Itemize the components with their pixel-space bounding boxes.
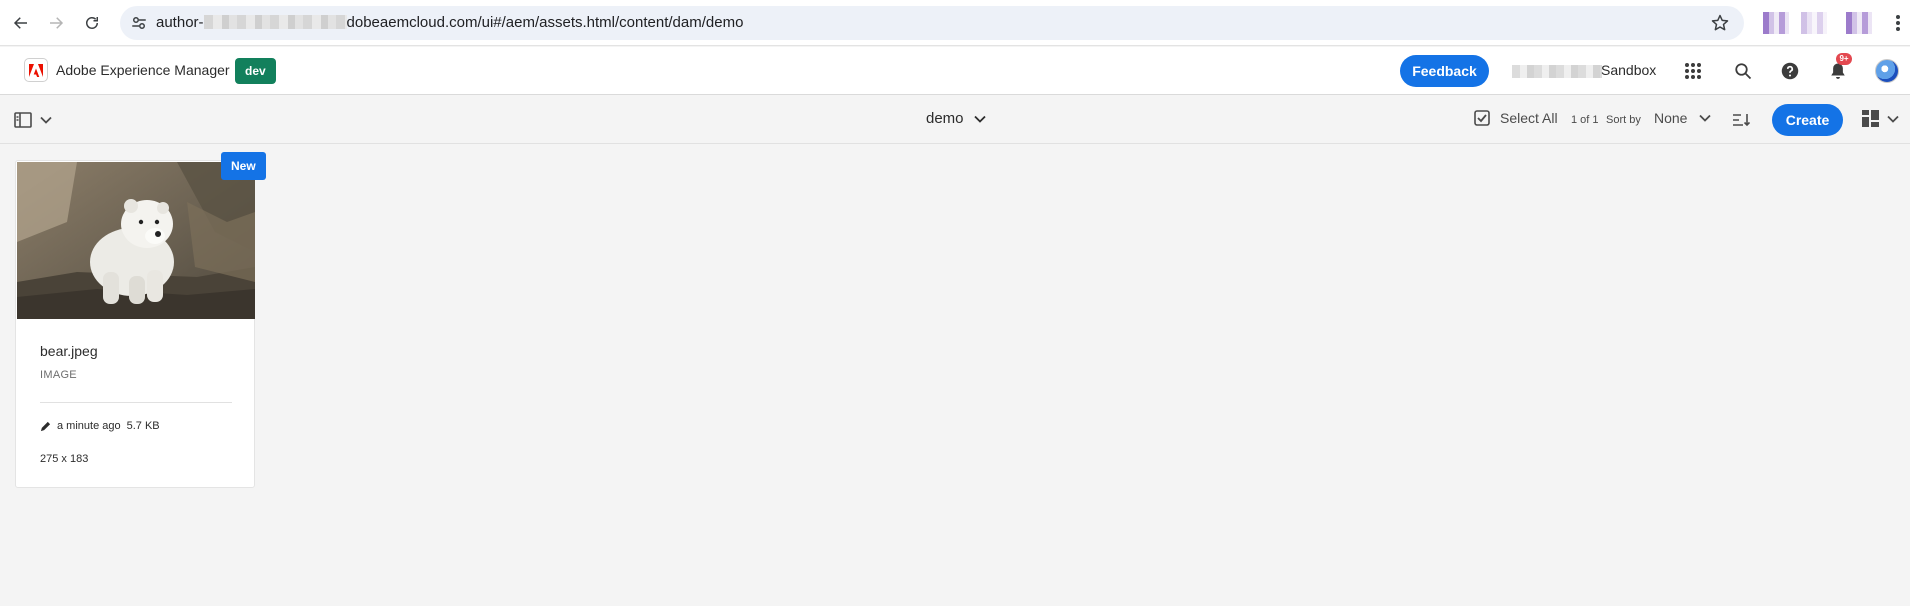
app-header: Adobe Experience Manager dev Feedback Sa…	[0, 47, 1910, 95]
asset-dimensions: 275 x 183	[40, 453, 89, 465]
sort-by-label: Sort by	[1606, 114, 1641, 126]
grid-icon	[1685, 63, 1701, 79]
extension-icon[interactable]	[1763, 12, 1789, 34]
sort-value: None	[1654, 110, 1688, 126]
asset-modified: a minute ago	[57, 420, 121, 432]
rail-toggle-button[interactable]	[14, 110, 58, 130]
url-prefix: author-	[156, 14, 204, 31]
checkbox-icon	[1474, 110, 1490, 126]
sort-order-icon	[1733, 114, 1750, 127]
item-count: 1 of 1	[1571, 114, 1599, 126]
pencil-icon	[40, 421, 51, 431]
address-bar[interactable]: author-dobeaemcloud.com/ui#/aem/assets.h…	[120, 6, 1744, 40]
help-icon	[1781, 62, 1799, 80]
asset-thumbnail[interactable]	[17, 162, 255, 319]
select-all-label: Select All	[1500, 110, 1558, 126]
profile-icon[interactable]	[1846, 12, 1872, 34]
help-button[interactable]	[1778, 59, 1802, 83]
asset-meta: a minute ago 5.7 KB	[40, 420, 160, 432]
browser-menu-button[interactable]	[1892, 12, 1904, 34]
browser-toolbar: author-dobeaemcloud.com/ui#/aem/assets.h…	[0, 0, 1910, 46]
url-text: author-dobeaemcloud.com/ui#/aem/assets.h…	[156, 14, 743, 31]
view-switcher[interactable]	[1862, 110, 1899, 127]
tune-icon[interactable]	[130, 14, 148, 32]
card-view-icon	[1862, 110, 1879, 127]
redacted-url-segment	[203, 15, 347, 29]
environment-badge: dev	[235, 58, 276, 84]
asset-type: IMAGE	[40, 369, 77, 381]
asset-size: 5.7 KB	[126, 420, 160, 432]
chevron-down-icon	[40, 116, 52, 124]
arrow-right-icon	[50, 17, 64, 29]
asset-card[interactable]: bear.jpeg IMAGE a minute ago 5.7 KB 275 …	[15, 160, 255, 488]
select-all-button[interactable]: Select All	[1474, 110, 1558, 126]
action-bar: demo Select All 1 of 1 Sort by None Crea…	[0, 96, 1910, 144]
chevron-down-icon	[1887, 115, 1899, 123]
adobe-logo-icon[interactable]	[24, 58, 48, 82]
star-icon[interactable]	[1710, 13, 1730, 33]
notification-count-badge: 9+	[1836, 53, 1852, 65]
user-avatar[interactable]	[1875, 59, 1899, 83]
chevron-down-icon	[973, 115, 986, 123]
extension-icon[interactable]	[1801, 12, 1827, 34]
org-switcher[interactable]: Sandbox	[1601, 62, 1656, 78]
chevron-down-icon	[1699, 114, 1712, 122]
rail-toggle-icon	[14, 112, 32, 128]
search-button[interactable]	[1731, 59, 1755, 83]
create-button[interactable]: Create	[1772, 104, 1843, 136]
card-divider	[40, 402, 232, 403]
back-button[interactable]	[9, 11, 33, 35]
apps-grid-button[interactable]	[1681, 59, 1705, 83]
app-name[interactable]: Adobe Experience Manager	[56, 62, 230, 78]
redacted-org-prefix	[1512, 65, 1602, 78]
reload-icon	[86, 17, 98, 29]
folder-title: demo	[926, 110, 964, 127]
url-rest: dobeaemcloud.com/ui#/aem/assets.html/con…	[346, 14, 744, 31]
feedback-button[interactable]: Feedback	[1400, 55, 1489, 87]
forward-button[interactable]	[44, 11, 68, 35]
reload-button[interactable]	[80, 11, 104, 35]
asset-title: bear.jpeg	[40, 343, 98, 359]
new-badge: New	[221, 152, 266, 180]
sort-by-dropdown[interactable]: None	[1654, 110, 1712, 126]
arrow-left-icon	[13, 17, 27, 29]
search-icon	[1735, 63, 1752, 80]
folder-title-dropdown[interactable]: demo	[926, 110, 986, 127]
sort-order-button[interactable]	[1730, 110, 1752, 130]
